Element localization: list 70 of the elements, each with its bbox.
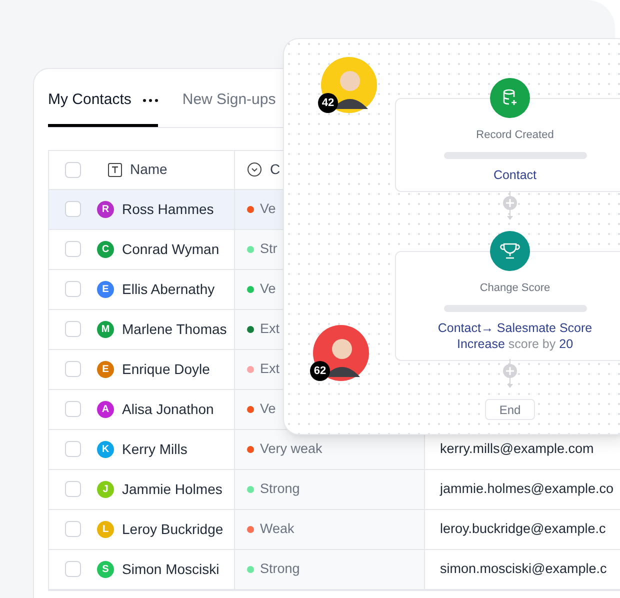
contact-name: Jammie Holmes [122, 480, 222, 498]
dropdown-icon [247, 162, 262, 177]
initial-avatar: M [97, 320, 114, 338]
email-cell-text: jammie.holmes@example.co [438, 480, 614, 498]
score-status: Ext [260, 320, 280, 338]
checkbox[interactable] [64, 321, 80, 337]
add-step-icon[interactable] [502, 359, 518, 389]
database-icon [490, 78, 530, 118]
checkbox[interactable] [64, 481, 80, 497]
initial-avatar: A [97, 400, 114, 418]
column-header[interactable]: C [270, 159, 280, 180]
score-status: Strong [260, 480, 300, 498]
table-row[interactable]: S Simon Mosciski Strong simon.mosciski@example.c [49, 550, 620, 590]
score-status: Strong [260, 560, 300, 578]
step-detail-text: Increase score by 20 [456, 336, 574, 352]
score-status: Very weak [260, 440, 322, 458]
add-step-icon[interactable] [502, 191, 518, 221]
initial-avatar: E [97, 360, 114, 378]
text-field-icon [108, 162, 122, 176]
checkbox[interactable] [64, 401, 80, 417]
score-status: Ve [260, 200, 276, 218]
table-row[interactable]: J Jammie Holmes Strong jammie.holmes@example.co [49, 470, 620, 510]
contact-name: Kerry Mills [122, 440, 188, 459]
initial-avatar: R [97, 200, 114, 218]
score-status: Weak [260, 520, 294, 538]
column-header[interactable]: Name [130, 159, 168, 180]
checkbox[interactable] [64, 561, 80, 577]
initial-avatar: C [97, 240, 114, 258]
contact-name: Ross Hammes [122, 200, 214, 218]
contact-name: Marlene Thomas [122, 320, 227, 338]
score-badge: 62 [310, 361, 330, 381]
initial-avatar: L [97, 520, 114, 538]
score-status: Ext [260, 360, 280, 378]
initial-avatar: K [97, 440, 114, 458]
checkbox[interactable] [64, 441, 80, 457]
email-cell-text: leroy.buckridge@example.c [439, 520, 606, 538]
score-status: Str [260, 240, 278, 258]
end-node: End [485, 399, 535, 420]
contact-name: Ellis Abernathy [122, 280, 215, 299]
initial-avatar: S [97, 560, 114, 578]
checkbox[interactable] [64, 201, 80, 217]
contact-name: Enrique Doyle [122, 360, 210, 379]
table-row[interactable]: K Kerry Mills Very weak kerry.mills@example.com [49, 430, 620, 470]
step-title: Record Created [476, 128, 554, 143]
table-row[interactable]: L Leroy Buckridge Weak leroy.buckridge@example.c [49, 510, 620, 550]
checkbox[interactable] [64, 162, 80, 178]
contact-name: Conrad Wyman [122, 240, 220, 259]
score-status: Ve [260, 280, 276, 298]
email-cell-text: simon.mosciski@example.c [439, 560, 607, 578]
initial-avatar: J [97, 480, 114, 498]
score-badge: 42 [318, 93, 338, 113]
step-detail-text: Contact [493, 166, 537, 182]
step-card[interactable]: Record Created Contact [395, 98, 620, 192]
email-cell-text: kerry.mills@example.com [439, 440, 594, 458]
step-card[interactable]: Change Score Contact→ Salesmate Score Increase score by 20 [395, 251, 620, 360]
score-status: Ve [260, 400, 276, 418]
step-title: Change Score [480, 281, 550, 296]
contact-name: Alisa Jonathon [122, 400, 214, 418]
tab[interactable]: My Contacts [48, 89, 158, 126]
contact-name: Leroy Buckridge [122, 520, 224, 539]
checkbox[interactable] [64, 361, 80, 377]
more-icon[interactable] [143, 98, 158, 102]
checkbox[interactable] [64, 281, 80, 297]
checkbox[interactable] [64, 241, 80, 257]
checkbox[interactable] [64, 521, 80, 537]
contact-name: Simon Mosciski [122, 560, 220, 578]
initial-avatar: E [97, 280, 114, 298]
step-detail-text: Contact→ Salesmate Score [438, 320, 592, 336]
tab[interactable]: New Sign-ups [182, 89, 276, 126]
trophy-icon [490, 231, 530, 271]
